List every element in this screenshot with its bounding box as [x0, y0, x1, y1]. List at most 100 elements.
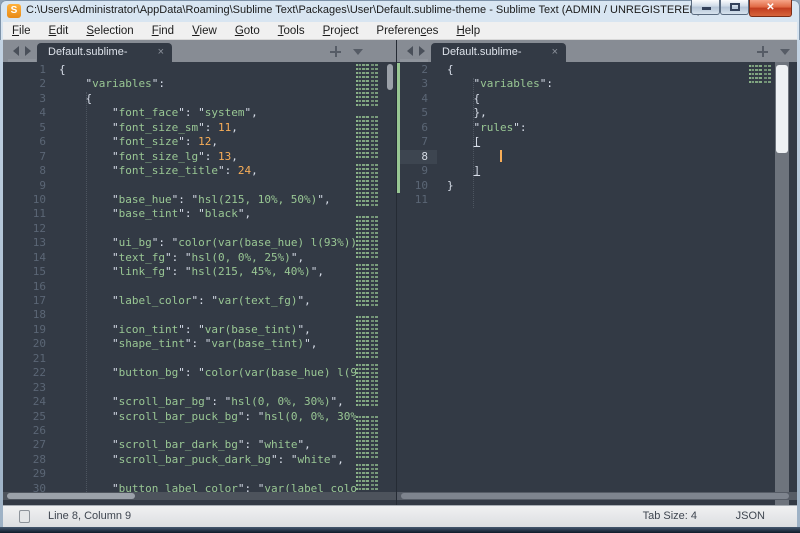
code-line[interactable]: "font_size_title": 24, [59, 164, 356, 178]
horizontal-scrollbar-thumb[interactable] [401, 493, 789, 499]
code-line[interactable] [59, 179, 356, 193]
menu-view[interactable]: View [183, 22, 226, 40]
code-line[interactable] [59, 308, 356, 322]
line-number: 6 [397, 121, 437, 135]
line-number: 11 [3, 207, 55, 221]
code-line[interactable]: "variables": [59, 77, 356, 91]
line-number: 8 [3, 164, 55, 178]
code-line[interactable]: { [447, 92, 747, 106]
menu-project[interactable]: Project [314, 22, 368, 40]
code-line[interactable] [59, 381, 356, 395]
minimap[interactable] [356, 64, 384, 500]
tab-left-default-sublime-theme[interactable]: Default.sublime-theme × [37, 43, 172, 62]
code-line[interactable]: "text_fg": "hsl(0, 0%, 25%)", [59, 251, 356, 265]
horizontal-scrollbar-thumb[interactable] [7, 493, 135, 499]
menu-bar: FileEditSelectionFindViewGotoToolsProjec… [3, 22, 797, 40]
line-number: 10 [397, 179, 437, 193]
code-line[interactable]: "scroll_bar_bg": "hsl(0, 0%, 30%)", [59, 395, 356, 409]
menu-preferences[interactable]: Preferences [367, 22, 447, 40]
menu-tools[interactable]: Tools [269, 22, 314, 40]
code-line[interactable]: "rules": [447, 121, 747, 135]
code-line[interactable]: "label_color": "var(text_fg)", [59, 294, 356, 308]
code-line[interactable]: "scroll_bar_puck_bg": "hsl(0, 0%, 30% [59, 410, 356, 424]
status-bar: Line 8, Column 9 Tab Size: 4 JSON [3, 505, 797, 527]
code-line[interactable] [59, 352, 356, 366]
close-icon: ✕ [766, 2, 774, 13]
code-line[interactable]: "font_size_sm": 11, [59, 121, 356, 135]
code-area-right[interactable]: { "variables": { }, "rules": [ ]} [447, 62, 747, 505]
code-line[interactable] [447, 150, 747, 164]
menu-file[interactable]: File [3, 22, 40, 40]
code-line[interactable]: }, [447, 106, 747, 120]
vertical-scrollbar-thumb[interactable] [776, 65, 788, 153]
code-line[interactable]: [ [447, 135, 747, 149]
code-line[interactable]: "scroll_bar_dark_bg": "white", [59, 438, 356, 452]
minimap[interactable] [749, 65, 771, 83]
maximize-button[interactable] [720, 0, 749, 15]
syntax-status[interactable]: JSON [736, 510, 765, 522]
code-line[interactable]: { [59, 92, 356, 106]
menu-help[interactable]: Help [447, 22, 489, 40]
code-line[interactable]: { [59, 63, 356, 77]
code-line[interactable] [447, 193, 747, 207]
new-tab-icon[interactable] [330, 46, 341, 57]
code-line[interactable]: "base_hue": "hsl(215, 10%, 50%)", [59, 193, 356, 207]
tab-overflow-icon[interactable] [780, 49, 790, 55]
tab-scroll-left-icon[interactable] [407, 46, 413, 56]
close-button[interactable]: ✕ [749, 0, 792, 17]
line-number: 3 [397, 77, 437, 91]
code-line[interactable]: "shape_tint": "var(base_tint)", [59, 337, 356, 351]
code-line[interactable]: "icon_tint": "var(base_tint)", [59, 323, 356, 337]
line-number: 16 [3, 280, 55, 294]
line-number: 2 [397, 63, 437, 77]
line-number: 7 [397, 135, 437, 149]
code-line[interactable]: "font_face": "system", [59, 106, 356, 120]
code-line[interactable]: "font_size": 12, [59, 135, 356, 149]
code-line[interactable]: "button_bg": "color(var(base_hue) l(9 [59, 366, 356, 380]
line-number: 25 [3, 410, 55, 424]
tab-scroll-left-icon[interactable] [13, 46, 19, 56]
horizontal-scrollbar[interactable] [3, 492, 396, 500]
tab-scroll-right-icon[interactable] [419, 46, 425, 56]
menu-selection[interactable]: Selection [77, 22, 142, 40]
menu-edit[interactable]: Edit [40, 22, 78, 40]
vertical-scrollbar[interactable] [775, 62, 789, 505]
menu-goto[interactable]: Goto [226, 22, 269, 40]
tab-size-status[interactable]: Tab Size: 4 [643, 510, 697, 522]
minimize-button[interactable] [691, 0, 720, 15]
horizontal-scrollbar[interactable] [397, 492, 797, 500]
cursor-position-status: Line 8, Column 9 [48, 510, 131, 522]
vertical-scrollbar-thumb[interactable] [387, 64, 393, 90]
code-line[interactable]: "base_tint": "black", [59, 207, 356, 221]
line-number: 29 [3, 467, 55, 481]
tab-close-icon[interactable]: × [158, 43, 164, 62]
line-number: 26 [3, 424, 55, 438]
line-number: 6 [3, 135, 55, 149]
code-line[interactable] [59, 222, 356, 236]
code-line[interactable] [59, 424, 356, 438]
code-line[interactable]: { [447, 63, 747, 77]
tab-overflow-icon[interactable] [353, 49, 363, 55]
code-line[interactable]: "font_size_lg": 13, [59, 150, 356, 164]
line-number: 4 [397, 92, 437, 106]
window-border-bottom [0, 527, 800, 533]
code-line[interactable] [59, 467, 356, 481]
window-border-left [0, 40, 3, 527]
code-line[interactable]: } [447, 179, 747, 193]
line-number: 3 [3, 92, 55, 106]
code-line[interactable]: "scroll_bar_puck_dark_bg": "white", [59, 453, 356, 467]
tab-scroll-right-icon[interactable] [25, 46, 31, 56]
line-number: 8 [397, 150, 437, 164]
tab-right-default-sublime-theme[interactable]: Default.sublime-theme × [431, 43, 566, 62]
line-number: 28 [3, 453, 55, 467]
code-line[interactable]: "ui_bg": "color(var(base_hue) l(93%)) [59, 236, 356, 250]
code-line[interactable]: "link_fg": "hsl(215, 45%, 40%)", [59, 265, 356, 279]
code-line[interactable]: ] [447, 164, 747, 178]
code-line[interactable] [59, 280, 356, 294]
line-number: 23 [3, 381, 55, 395]
tab-close-icon[interactable]: × [552, 43, 558, 62]
menu-find[interactable]: Find [143, 22, 183, 40]
code-line[interactable]: "variables": [447, 77, 747, 91]
new-tab-icon[interactable] [757, 46, 768, 57]
code-area-left[interactable]: { "variables": { "font_face": "system", … [59, 62, 356, 505]
